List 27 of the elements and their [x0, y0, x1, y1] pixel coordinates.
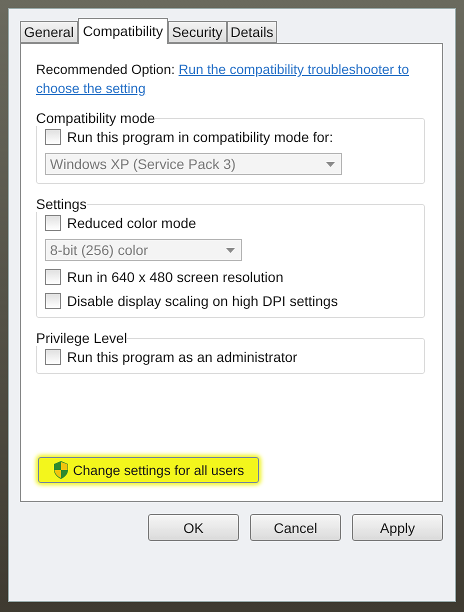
dialog-button[interactable]: Cancel — [250, 514, 341, 541]
checkbox-label: Run this program as an administrator — [67, 349, 298, 365]
recommended-option-label: Recommended Option: — [36, 62, 175, 77]
checkbox[interactable] — [45, 215, 61, 231]
caret-icon — [326, 162, 335, 166]
checkbox-label: Disable display scaling on high DPI settings — [67, 293, 338, 309]
troubleshooter-link[interactable]: choose the setting — [36, 81, 146, 96]
dialog-button[interactable]: OK — [148, 514, 239, 541]
tab[interactable]: Details — [226, 21, 278, 43]
tab[interactable]: General — [20, 21, 78, 43]
shield-icon — [53, 461, 69, 479]
tab[interactable]: Security — [168, 21, 227, 43]
checkbox-label: Reduced color mode — [67, 215, 196, 231]
troubleshooter-link[interactable]: Run the compatibility troubleshooter to — [178, 62, 409, 77]
checkbox[interactable] — [45, 269, 61, 285]
checkbox[interactable] — [45, 129, 61, 145]
dialog-button[interactable]: Apply — [352, 514, 443, 541]
checkbox[interactable] — [45, 349, 61, 365]
group-title: Compatibility mode — [36, 110, 156, 126]
checkbox[interactable] — [45, 293, 61, 309]
group-title: Privilege Level — [36, 330, 128, 346]
checkbox-label: Run in 640 x 480 screen resolution — [67, 269, 284, 285]
group-title: Settings — [36, 196, 87, 212]
change-settings-button[interactable]: Change settings for all users — [38, 457, 260, 483]
tab[interactable]: Compatibility — [78, 18, 168, 44]
caret-icon — [226, 248, 236, 252]
checkbox-label: Run this program in compatibility mode for: — [67, 129, 334, 145]
